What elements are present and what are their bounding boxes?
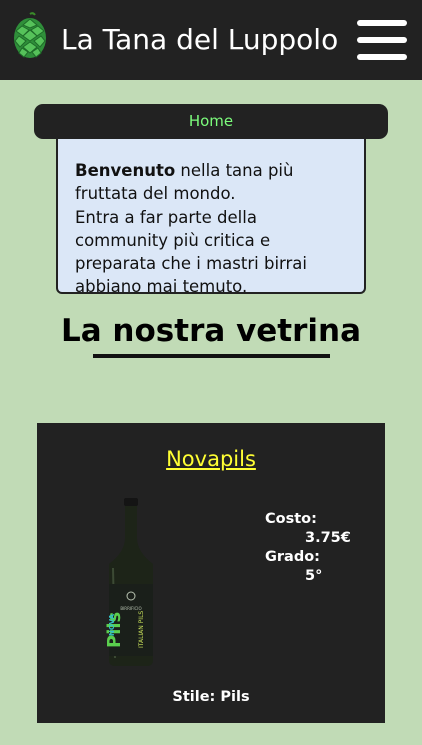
bottle-label-italian: ITALIAN PILS xyxy=(138,611,145,648)
showcase-underline xyxy=(93,354,330,358)
price-value: 3.75€ xyxy=(305,530,351,546)
bottle-label-nova: NOVA xyxy=(108,613,116,636)
hop-cone-icon[interactable] xyxy=(11,12,49,60)
abv-value: 5° xyxy=(305,568,323,584)
beer-style: Stile: Pils xyxy=(172,689,250,705)
welcome-invite: Entra a far parte della community più cr… xyxy=(75,207,307,297)
price-label: Costo: xyxy=(265,511,317,527)
site-title[interactable]: La Tana del Luppolo xyxy=(61,22,338,58)
menu-bar xyxy=(357,20,407,26)
nav-bar: Home xyxy=(34,104,388,139)
showcase-title: La nostra vetrina xyxy=(60,313,362,349)
hamburger-menu-icon[interactable] xyxy=(357,20,407,60)
product-card: Novapils BIRRIFICIO Pils NOVA ITALIAN PI… xyxy=(37,423,385,723)
product-name-link[interactable]: Novapils xyxy=(37,445,385,473)
top-bar: La Tana del Luppolo xyxy=(0,0,422,80)
beer-bottle-image: BIRRIFICIO Pils NOVA ITALIAN PILS xyxy=(104,498,153,666)
welcome-bold: Benvenuto xyxy=(75,161,176,180)
welcome-box: Benvenuto nella tana più fruttata del mo… xyxy=(56,139,366,296)
menu-bar xyxy=(357,54,407,60)
bottle-brand-text: BIRRIFICIO xyxy=(120,606,141,611)
menu-bar xyxy=(357,37,407,43)
abv-label: Grado: xyxy=(265,549,320,565)
nav-home-link[interactable]: Home xyxy=(189,112,233,130)
welcome-intro: Benvenuto nella tana più fruttata del mo… xyxy=(75,159,350,206)
